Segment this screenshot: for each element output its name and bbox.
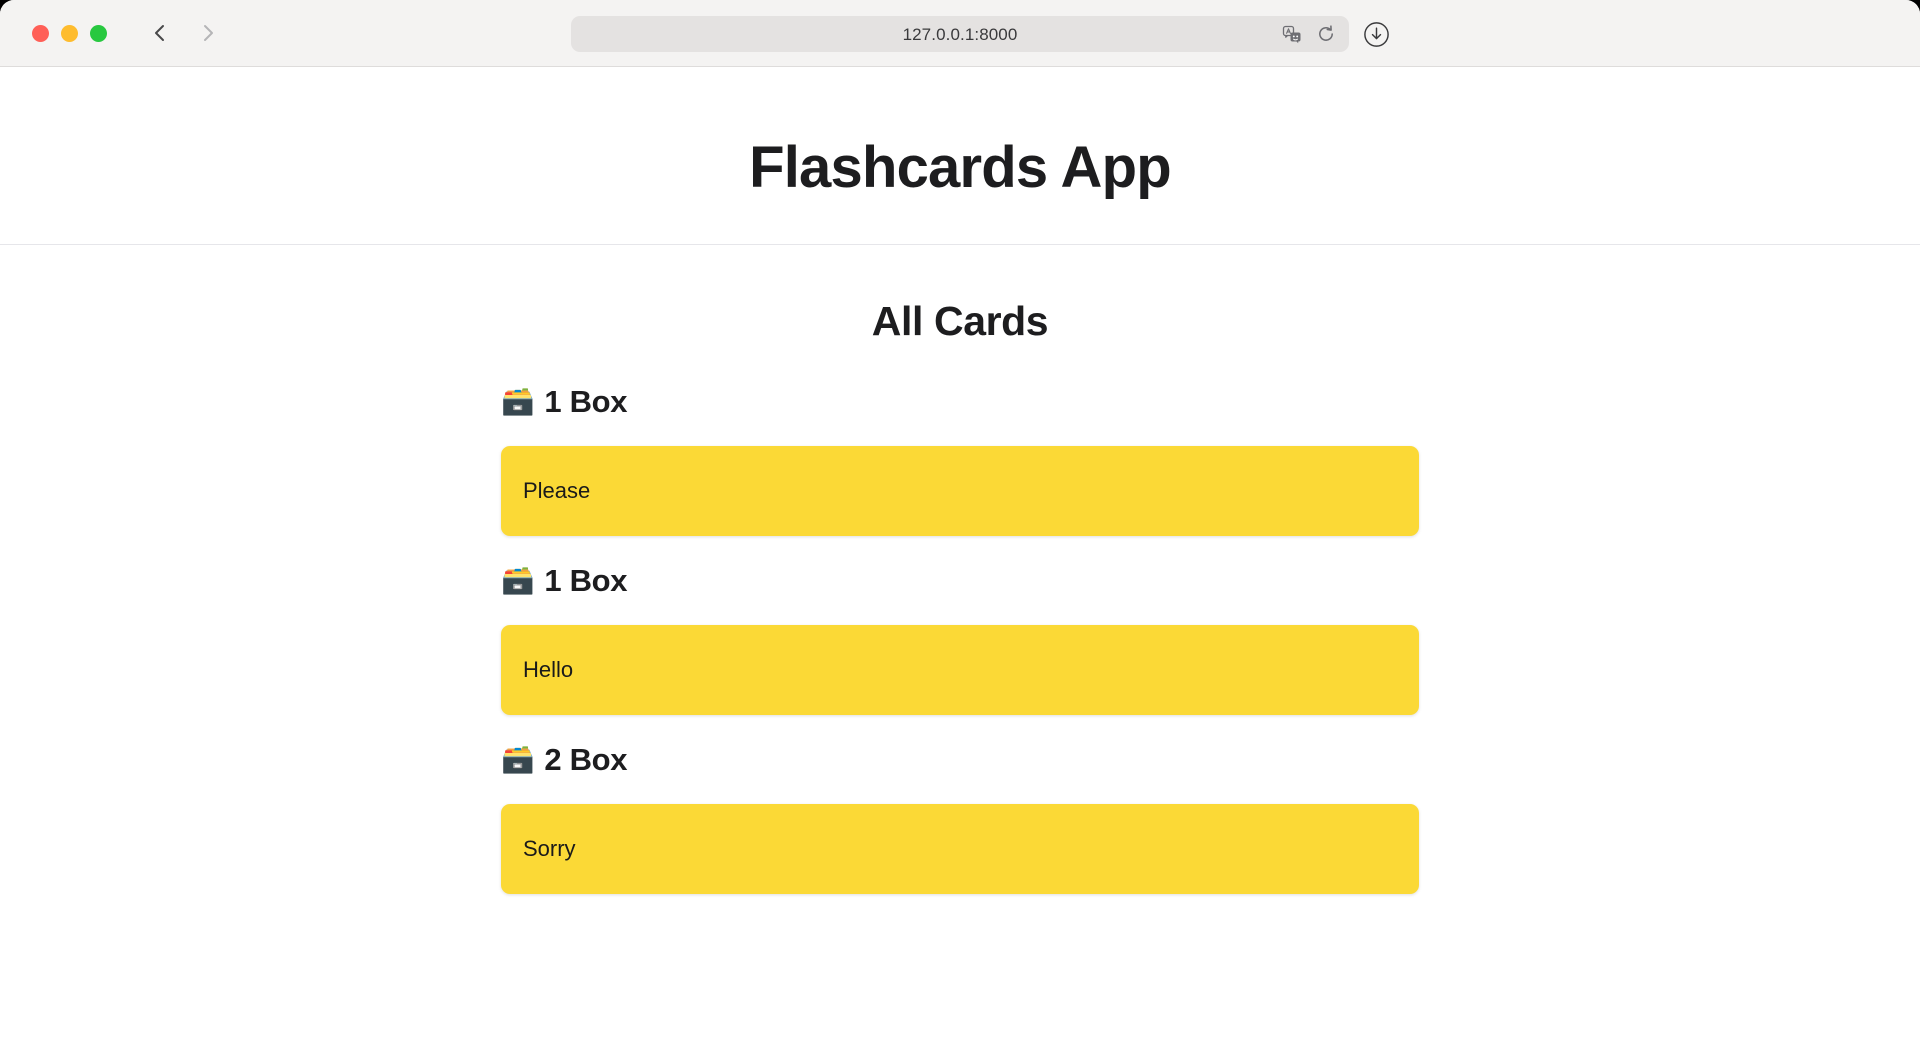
site-header: Flashcards App — [0, 67, 1920, 245]
back-button[interactable] — [147, 20, 173, 46]
flashcard[interactable]: Please — [501, 446, 1419, 536]
navigation-controls — [147, 20, 221, 46]
browser-toolbar: 127.0.0.1:8000 — [0, 0, 1920, 67]
flashcard-text: Hello — [523, 657, 574, 682]
card-group: 🗃️ 2 Box Sorry — [501, 744, 1419, 894]
address-bar-actions — [1281, 16, 1337, 52]
download-icon[interactable] — [1362, 20, 1390, 48]
address-bar[interactable]: 127.0.0.1:8000 — [571, 16, 1349, 52]
reload-icon[interactable] — [1315, 23, 1337, 45]
translate-icon[interactable] — [1281, 23, 1303, 45]
card-group: 🗃️ 1 Box Please — [501, 386, 1419, 536]
browser-window: 127.0.0.1:8000 Flashcards App All Cards … — [0, 0, 1920, 1048]
box-label-text: 1 Box — [544, 384, 628, 419]
maximize-window-button[interactable] — [90, 24, 107, 42]
card-file-box-icon: 🗃️ — [501, 744, 535, 775]
box-label-text: 2 Box — [544, 742, 628, 777]
box-label: 🗃️ 1 Box — [501, 565, 1419, 596]
page-title: Flashcards App — [749, 135, 1172, 200]
window-controls — [32, 24, 107, 42]
minimize-window-button[interactable] — [61, 24, 78, 42]
flashcard-text: Please — [523, 478, 591, 503]
box-label: 🗃️ 1 Box — [501, 386, 1419, 417]
flashcard[interactable]: Sorry — [501, 804, 1419, 894]
cards-list: 🗃️ 1 Box Please 🗃️ 1 Box Hello 🗃️ 2 Box … — [501, 342, 1419, 894]
close-window-button[interactable] — [32, 24, 49, 42]
flashcard-text: Sorry — [523, 836, 576, 861]
url-text: 127.0.0.1:8000 — [902, 24, 1018, 44]
box-label: 🗃️ 2 Box — [501, 744, 1419, 775]
forward-button[interactable] — [195, 20, 221, 46]
flashcard[interactable]: Hello — [501, 625, 1419, 715]
box-label-text: 1 Box — [544, 563, 628, 598]
card-group: 🗃️ 1 Box Hello — [501, 565, 1419, 715]
section-heading: All Cards — [871, 298, 1049, 344]
card-file-box-icon: 🗃️ — [501, 565, 535, 596]
card-file-box-icon: 🗃️ — [501, 386, 535, 417]
page-content: Flashcards App All Cards 🗃️ 1 Box Please… — [0, 67, 1920, 1048]
